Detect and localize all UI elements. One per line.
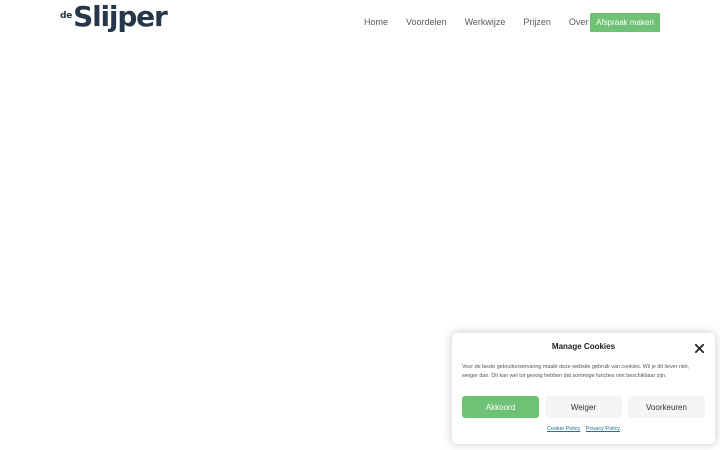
- site-logo[interactable]: de Slijper: [60, 0, 168, 42]
- cookie-policy-links: Cookie Policy Privacy Policy: [452, 426, 715, 432]
- nav-item-home[interactable]: Home: [364, 17, 388, 27]
- close-icon-glyph: [694, 343, 704, 353]
- accept-cookies-button[interactable]: Akkoord: [462, 396, 539, 418]
- cookie-policy-link[interactable]: Cookie Policy: [547, 426, 580, 432]
- close-icon[interactable]: [693, 342, 705, 354]
- deny-cookies-button[interactable]: Weiger: [545, 396, 622, 418]
- page: de Slijper Home Voordelen Werkwijze Prij…: [0, 0, 720, 450]
- logo-wordmark: Slijper: [73, 0, 168, 33]
- nav-item-over[interactable]: Over: [569, 17, 589, 27]
- main-nav: Home Voordelen Werkwijze Prijzen Over: [364, 13, 588, 31]
- cookie-banner-message: Voor de beste gebruikerservaring maakt d…: [462, 364, 690, 379]
- cookie-button-row: Akkoord Weiger Voorkeuren: [462, 396, 705, 418]
- cookie-preferences-button[interactable]: Voorkeuren: [628, 396, 705, 418]
- logo-prefix: de: [60, 11, 73, 21]
- privacy-policy-link[interactable]: Privacy Policy: [586, 426, 620, 432]
- cookie-banner-title: Manage Cookies: [551, 342, 616, 351]
- nav-item-werkwijze[interactable]: Werkwijze: [465, 17, 506, 27]
- site-header: de Slijper Home Voordelen Werkwijze Prij…: [0, 0, 720, 46]
- nav-item-prijzen[interactable]: Prijzen: [523, 17, 551, 27]
- nav-item-voordelen[interactable]: Voordelen: [406, 17, 447, 27]
- appointment-button[interactable]: Afspraak maken: [590, 13, 660, 32]
- cookie-banner: Manage Cookies Voor de beste gebruikerse…: [452, 333, 715, 444]
